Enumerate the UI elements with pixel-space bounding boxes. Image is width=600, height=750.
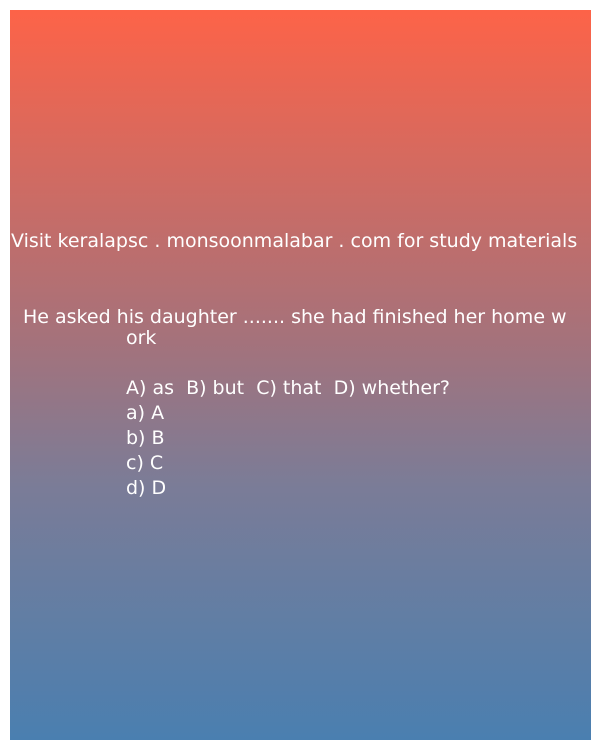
question-text-line-1: He asked his daughter ....... she had fi… <box>23 306 567 328</box>
answer-choices: A) as B) but C) that D) whether? <box>126 377 451 399</box>
question-card: Visit keralapsc . monsoonmalabar . com f… <box>10 10 591 740</box>
option-c[interactable]: c) C <box>126 451 163 476</box>
option-b[interactable]: b) B <box>126 426 165 451</box>
option-a[interactable]: a) A <box>126 401 164 426</box>
question-text-line-2: ork <box>126 327 157 349</box>
option-d[interactable]: d) D <box>126 476 166 501</box>
study-materials-notice: Visit keralapsc . monsoonmalabar . com f… <box>11 230 578 252</box>
